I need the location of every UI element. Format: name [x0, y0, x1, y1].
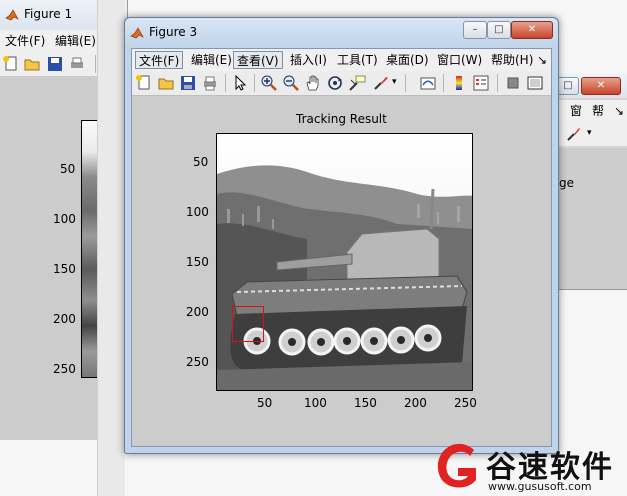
- tracking-bounding-box: [232, 306, 264, 342]
- figure1-menu-file[interactable]: 文件(F): [2, 32, 48, 50]
- x-tick-label: 200: [404, 396, 427, 410]
- figure1-y-tick: 250: [53, 362, 76, 376]
- figure3-client-area: 文件(F) 编辑(E) 查看(V) 插入(I) 工具(T) 桌面(D) 窗口(W…: [131, 48, 552, 447]
- rotate-3d-icon[interactable]: [326, 74, 344, 92]
- y-tick-label: 100: [186, 205, 209, 219]
- brush-dropdown-icon[interactable]: ▾: [392, 77, 397, 87]
- x-tick-label: 100: [304, 396, 327, 410]
- open-file-icon[interactable]: [23, 55, 41, 73]
- new-figure-icon[interactable]: [135, 74, 153, 92]
- figure3-menubar: 文件(F) 编辑(E) 查看(V) 插入(I) 工具(T) 桌面(D) 窗口(W…: [132, 49, 551, 71]
- x-tick-label: 150: [354, 396, 377, 410]
- zoom-in-icon[interactable]: [260, 74, 278, 92]
- brush-icon[interactable]: [372, 74, 390, 92]
- figure2-titlebar[interactable]: □ ✕: [549, 74, 627, 98]
- save-icon[interactable]: [46, 55, 64, 73]
- figure3-toolbar: ▾: [132, 71, 551, 96]
- print-icon[interactable]: [201, 74, 219, 92]
- figure2-maximize-button[interactable]: □: [557, 77, 579, 95]
- figure1-title: Figure 1: [24, 7, 73, 21]
- menu-edit[interactable]: 编辑(E): [188, 51, 235, 69]
- new-figure-icon[interactable]: [2, 55, 20, 73]
- matlab-logo-icon: [130, 27, 144, 39]
- insert-legend-icon[interactable]: [472, 74, 490, 92]
- figure2-menubar: 窗 帮 ↘: [549, 100, 627, 122]
- zoom-out-icon[interactable]: [282, 74, 300, 92]
- open-file-icon[interactable]: [157, 74, 175, 92]
- tank-image-graphic: [217, 134, 472, 390]
- toolbar-separator: [497, 74, 498, 92]
- close-button[interactable]: ✕: [511, 21, 553, 39]
- pan-hand-icon[interactable]: [304, 74, 322, 92]
- figure3-titlebar[interactable]: Figure 3 – □ ✕: [125, 18, 558, 48]
- save-icon[interactable]: [179, 74, 197, 92]
- figure2-window[interactable]: □ ✕ 窗 帮 ↘ ▾ ge: [548, 74, 627, 290]
- figure2-close-button[interactable]: ✕: [581, 77, 621, 95]
- y-tick-label: 150: [186, 255, 209, 269]
- toolbar-separator: [405, 74, 406, 92]
- toolbar-separator: [254, 74, 255, 92]
- toolbar-separator: [225, 74, 226, 92]
- maximize-button[interactable]: □: [487, 21, 511, 39]
- data-cursor-icon[interactable]: [348, 74, 366, 92]
- toolbar-separator: [95, 55, 96, 73]
- print-icon[interactable]: [68, 55, 86, 73]
- y-tick-label: 200: [186, 305, 209, 319]
- brush-dropdown-icon[interactable]: ▾: [587, 128, 592, 138]
- figure2-toolbar: ▾: [549, 122, 627, 146]
- tracking-image: [216, 133, 473, 391]
- figure2-menu-window[interactable]: 窗: [567, 102, 585, 120]
- x-tick-label: 250: [454, 396, 477, 410]
- show-plot-tools-icon[interactable]: [526, 74, 544, 92]
- menu-window[interactable]: 窗口(W): [434, 51, 485, 69]
- background-window-strip: [97, 0, 125, 496]
- figure2-menu-help[interactable]: 帮: [589, 102, 607, 120]
- menu-desktop[interactable]: 桌面(D): [383, 51, 432, 69]
- figure1-y-tick: 150: [53, 262, 76, 276]
- figure1-y-tick: 100: [53, 212, 76, 226]
- figure1-y-tick: 50: [60, 162, 76, 176]
- toolbar-separator: [443, 74, 444, 92]
- x-tick-label: 50: [257, 396, 273, 410]
- link-plot-icon[interactable]: [419, 74, 437, 92]
- figure3-title: Figure 3: [149, 25, 198, 39]
- menu-view[interactable]: 查看(V): [233, 51, 283, 69]
- menu-insert[interactable]: 插入(I): [287, 51, 330, 69]
- menu-overflow-icon[interactable]: ↘: [537, 51, 547, 69]
- figure2-partial-text: ge: [559, 176, 574, 190]
- menu-tools[interactable]: 工具(T): [334, 51, 381, 69]
- figure2-plot-area: ge: [549, 148, 627, 289]
- figure3-plot-area: Tracking Result 50 100 150 200 250 50 10…: [132, 96, 551, 446]
- minimize-button[interactable]: –: [463, 21, 487, 39]
- watermark-url: www.gususoft.com: [488, 480, 592, 493]
- y-tick-label: 250: [186, 355, 209, 369]
- figure2-menu-overflow[interactable]: ↘: [611, 102, 627, 120]
- figure1-menu-edit[interactable]: 编辑(E): [52, 32, 99, 50]
- y-tick-label: 50: [193, 155, 209, 169]
- gususoft-logo-icon: [437, 443, 476, 488]
- plot-title: Tracking Result: [296, 112, 387, 126]
- brush-icon[interactable]: [565, 125, 583, 143]
- insert-colorbar-icon[interactable]: [450, 74, 468, 92]
- matlab-logo-icon: [5, 9, 19, 21]
- menu-file[interactable]: 文件(F): [135, 51, 184, 69]
- menu-help[interactable]: 帮助(H): [488, 51, 536, 69]
- figure1-y-tick: 200: [53, 312, 76, 326]
- select-arrow-icon[interactable]: [231, 74, 249, 92]
- figure3-window[interactable]: Figure 3 – □ ✕ 文件(F) 编辑(E) 查看(V) 插入(I) 工…: [124, 17, 559, 454]
- gususoft-watermark: 谷速软件 www.gususoft.com: [428, 436, 627, 496]
- hide-plot-tools-icon[interactable]: [504, 74, 522, 92]
